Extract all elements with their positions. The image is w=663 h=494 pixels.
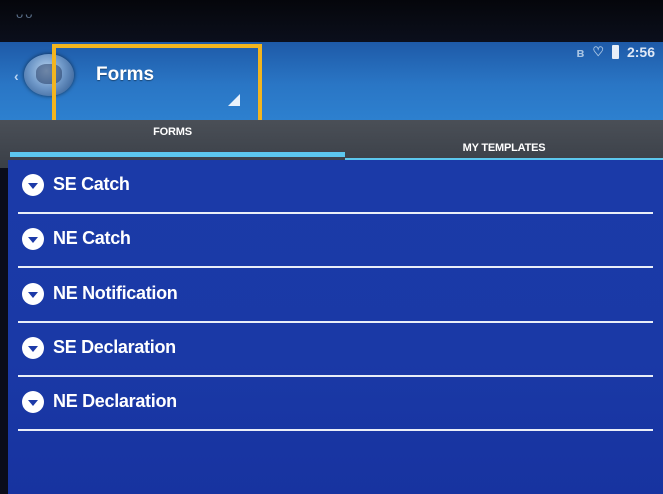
list-item-label: NE Catch bbox=[53, 228, 131, 248]
expand-chevron-icon bbox=[22, 174, 44, 196]
list-item-label: SE Declaration bbox=[53, 337, 176, 357]
up-caret-icon: ‹ bbox=[14, 68, 19, 84]
status-bar: ᴗᴗ bbox=[0, 0, 663, 42]
tab-selected-indicator bbox=[10, 152, 345, 157]
battery-icon bbox=[611, 45, 619, 59]
list-item[interactable]: SE Declaration bbox=[8, 327, 663, 381]
notification-icons: ᴗᴗ bbox=[16, 6, 35, 21]
dropdown-arrow-icon bbox=[228, 94, 240, 106]
expand-chevron-icon bbox=[22, 283, 44, 305]
list-item-label: SE Catch bbox=[53, 174, 130, 194]
status-time: 2:56 bbox=[626, 44, 655, 60]
list-item[interactable]: NE Declaration bbox=[8, 381, 663, 435]
tab-my-templates-label: MY TEMPLATES bbox=[462, 142, 546, 154]
tab-forms-label: FORMS bbox=[153, 126, 192, 138]
forms-dropdown[interactable]: Forms bbox=[52, 44, 266, 126]
bluetooth-icon: ʙ bbox=[576, 44, 585, 60]
wifi-icon: ♡ bbox=[592, 44, 604, 59]
divider bbox=[18, 429, 653, 431]
status-icons: ʙ ♡ 2:56 bbox=[576, 44, 655, 60]
list-item[interactable]: NE Catch bbox=[8, 218, 663, 272]
expand-chevron-icon bbox=[22, 337, 44, 359]
dropdown-selected-value: Forms bbox=[96, 64, 155, 85]
divider bbox=[18, 375, 653, 377]
list-item[interactable]: SE Catch bbox=[8, 164, 663, 218]
android-screen: ᴗᴗ ʙ ♡ 2:56 ‹ Forms FORMS MY TEMPLATES S… bbox=[0, 0, 663, 494]
expand-chevron-icon bbox=[22, 228, 44, 250]
list-item[interactable]: NE Notification bbox=[8, 273, 663, 327]
list-item-label: NE Notification bbox=[53, 283, 178, 303]
divider bbox=[18, 321, 653, 323]
divider bbox=[18, 212, 653, 214]
expand-chevron-icon bbox=[22, 391, 44, 413]
divider bbox=[18, 266, 653, 268]
list-item-label: NE Declaration bbox=[53, 391, 177, 411]
forms-list: SE Catch NE Catch NE Notification SE Dec… bbox=[8, 160, 663, 494]
